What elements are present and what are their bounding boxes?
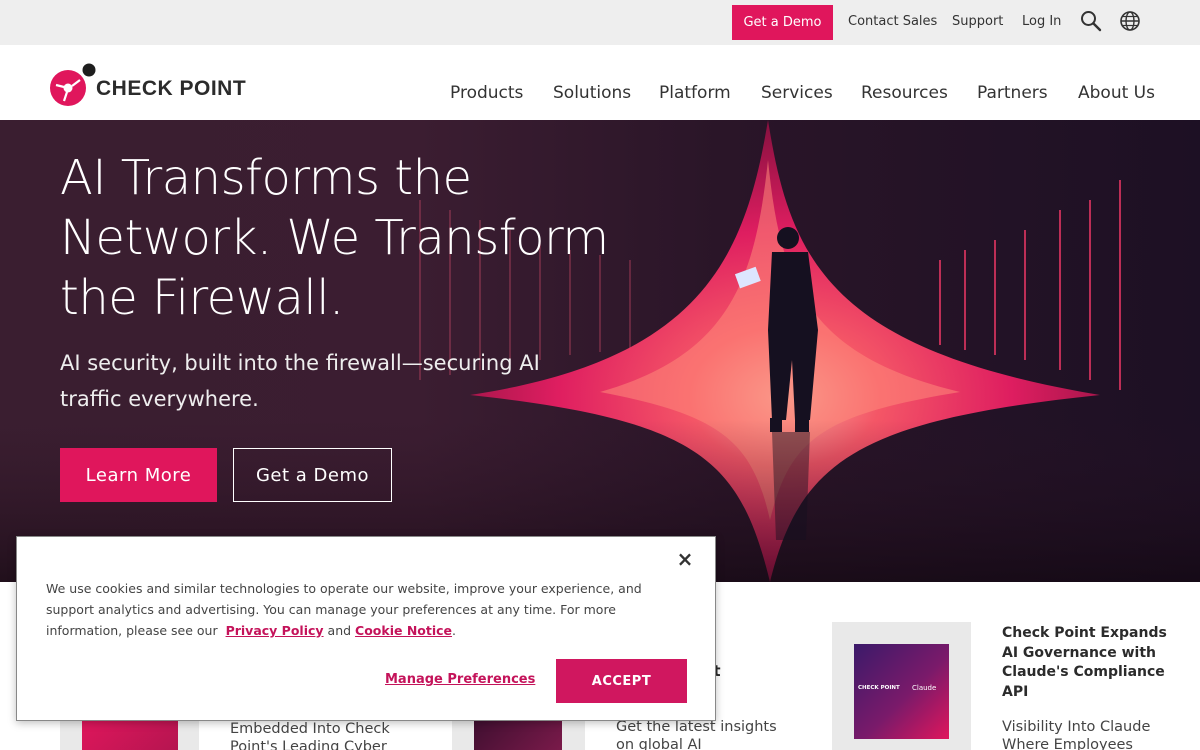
logo-mark-icon	[50, 63, 96, 106]
close-icon[interactable]: ×	[675, 549, 695, 569]
nav-products[interactable]: Products	[450, 83, 523, 103]
accept-button[interactable]: ACCEPT	[556, 659, 687, 703]
check-point-logo[interactable]: CHECK POINT	[50, 63, 260, 107]
support-link[interactable]: Support	[952, 14, 1003, 29]
cookie-message: We use cookies and similar technologies …	[46, 578, 691, 641]
thumb-brand-claude: Claude	[912, 684, 937, 692]
utility-get-demo-button[interactable]: Get a Demo	[732, 5, 833, 40]
utility-bar: Get a Demo Contact Sales Support Log In	[0, 0, 1200, 45]
card-3-thumb-art: CHECK POINT Claude	[854, 644, 949, 739]
manage-preferences-link[interactable]: Manage Preferences	[385, 672, 535, 687]
card-3-title[interactable]: Check Point Expands AI Governance with C…	[1002, 624, 1172, 702]
hero-banner: AI Transforms the Network. We Transform …	[0, 120, 1200, 582]
thumb-brand-checkpoint: CHECK POINT	[858, 685, 900, 691]
nav-platform[interactable]: Platform	[659, 83, 731, 103]
log-in-link[interactable]: Log In	[1022, 14, 1061, 29]
cookie-period: .	[452, 623, 457, 638]
nav-partners[interactable]: Partners	[977, 83, 1048, 103]
card-3-thumbnail[interactable]: CHECK POINT Claude	[832, 622, 971, 750]
hero-subtitle: AI security, built into the firewall—sec…	[60, 351, 540, 411]
privacy-policy-link[interactable]: Privacy Policy	[226, 623, 324, 638]
nav-about-us[interactable]: About Us	[1078, 83, 1155, 103]
nav-services[interactable]: Services	[761, 83, 833, 103]
card-2-text[interactable]: Get the latest insights on global AI	[616, 718, 786, 750]
contact-sales-link[interactable]: Contact Sales	[848, 14, 937, 29]
logo-text: CHECK POINT	[96, 77, 247, 100]
nav-solutions[interactable]: Solutions	[553, 83, 631, 103]
cookie-consent-dialog: × We use cookies and similar technologie…	[16, 536, 716, 721]
card-3-text[interactable]: Visibility Into Claude Where Employees	[1002, 718, 1152, 750]
globe-icon[interactable]	[1118, 9, 1142, 33]
search-icon[interactable]	[1079, 9, 1103, 33]
cookie-and-text: and	[327, 623, 352, 638]
hero-get-demo-button[interactable]: Get a Demo	[233, 448, 392, 502]
nav-resources[interactable]: Resources	[861, 83, 948, 103]
hero-title: AI Transforms the Network. We Transform …	[60, 150, 609, 326]
main-navigation: CHECK POINT Products Solutions Platform …	[0, 45, 1200, 120]
cookie-notice-link[interactable]: Cookie Notice	[355, 623, 452, 638]
learn-more-button[interactable]: Learn More	[60, 448, 217, 502]
card-1-text[interactable]: Embedded Into Check Point's Leading Cybe…	[230, 720, 400, 750]
